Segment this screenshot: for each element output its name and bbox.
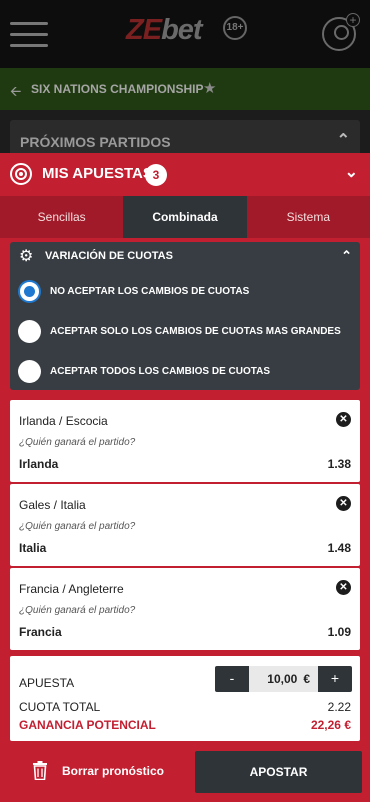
tab-sistema[interactable]: Sistema: [247, 196, 370, 238]
gear-icon: ⚙: [19, 248, 34, 265]
plus-icon: +: [346, 13, 360, 27]
close-icon[interactable]: ✕: [336, 496, 351, 511]
bet-card: Francia / Angleterre ✕ ¿Quién ganará el …: [10, 568, 360, 650]
increase-stake-button[interactable]: +: [318, 666, 352, 692]
bet-pick: Francia: [19, 625, 62, 639]
odds-variation-header[interactable]: ⚙ VARIACIÓN DE CUOTAS ⌃: [10, 242, 360, 272]
bet-question: ¿Quién ganará el partido?: [19, 521, 136, 532]
bet-summary: APUESTA - 10,00 € + CUOTA TOTAL 2.22 GANA…: [10, 656, 360, 741]
zebet-logo[interactable]: ZEbet: [126, 14, 203, 47]
chevron-up-icon[interactable]: ⌃: [341, 248, 352, 264]
radio-accept-all[interactable]: [18, 360, 41, 383]
total-odds-value: 2.22: [327, 700, 351, 714]
bet-match: Francia / Angleterre: [19, 582, 124, 596]
arrow-left-icon[interactable]: 🡨: [10, 81, 21, 105]
bet-type-tabs: Sencillas Combinada Sistema: [0, 196, 370, 238]
bet-count-badge: 3: [145, 164, 167, 186]
hamburger-menu-icon[interactable]: [10, 22, 48, 48]
bet-pick: Irlanda: [19, 457, 59, 471]
potential-gain-value: 22,26 €: [310, 718, 351, 732]
close-icon[interactable]: ✕: [336, 412, 351, 427]
bet-odd: 1.09: [327, 625, 351, 639]
star-icon[interactable]: ★: [203, 79, 216, 97]
logo-bet: bet: [161, 14, 202, 46]
bet-card: Irlanda / Escocia ✕ ¿Quién ganará el par…: [10, 400, 360, 482]
close-icon[interactable]: ✕: [336, 580, 351, 595]
bet-pick: Italia: [19, 541, 47, 555]
odds-option-no-accept[interactable]: NO ACEPTAR LOS CAMBIOS DE CUOTAS: [18, 280, 358, 304]
stake-stepper: - 10,00 € +: [215, 666, 352, 692]
chevron-up-icon[interactable]: ⌃: [337, 130, 350, 150]
betslip-title: MIS APUESTAS: [42, 165, 153, 182]
odds-option-label: ACEPTAR SOLO LOS CAMBIOS DE CUOTAS MAS G…: [50, 326, 341, 337]
bet-question: ¿Quién ganará el partido?: [19, 437, 136, 448]
tab-combinada[interactable]: Combinada: [123, 196, 247, 238]
odds-variation-title: VARIACIÓN DE CUOTAS: [45, 250, 173, 262]
betslip-panel: MIS APUESTAS 3 ⌄ Sencillas Combinada Sis…: [0, 153, 370, 802]
age-restriction-badge: 18+: [223, 16, 247, 40]
championship-title: SIX NATIONS CHAMPIONSHIP: [31, 82, 204, 96]
clear-betslip-label: Borrar pronóstico: [62, 764, 165, 778]
user-add-icon[interactable]: +: [322, 13, 360, 51]
odds-option-accept-higher[interactable]: ACEPTAR SOLO LOS CAMBIOS DE CUOTAS MAS G…: [18, 320, 358, 344]
betslip-header[interactable]: MIS APUESTAS 3 ⌄: [0, 153, 370, 195]
bet-question: ¿Quién ganará el partido?: [19, 605, 136, 616]
odds-option-accept-all[interactable]: ACEPTAR TODOS LOS CAMBIOS DE CUOTAS: [18, 360, 358, 384]
potential-gain-label: GANANCIA POTENCIAL: [19, 718, 156, 732]
place-bet-button[interactable]: APOSTAR: [195, 751, 362, 793]
total-odds-label: CUOTA TOTAL: [19, 700, 101, 714]
clear-betslip-button[interactable]: Borrar pronóstico: [12, 751, 187, 791]
radio-accept-higher[interactable]: [18, 320, 41, 343]
bet-card: Gales / Italia ✕ ¿Quién ganará el partid…: [10, 484, 360, 566]
upcoming-matches-title: PRÓXIMOS PARTIDOS: [20, 134, 171, 150]
stake-currency: €: [303, 672, 310, 686]
target-icon: [10, 163, 32, 185]
odds-option-label: NO ACEPTAR LOS CAMBIOS DE CUOTAS: [50, 286, 250, 297]
bet-match: Gales / Italia: [19, 498, 86, 512]
radio-no-accept[interactable]: [18, 280, 41, 303]
championship-bar: 🡨 SIX NATIONS CHAMPIONSHIP ★: [0, 68, 370, 110]
tab-sencillas[interactable]: Sencillas: [0, 196, 123, 238]
odds-option-label: ACEPTAR TODOS LOS CAMBIOS DE CUOTAS: [50, 366, 271, 377]
chevron-down-icon[interactable]: ⌄: [345, 162, 358, 182]
bet-match: Irlanda / Escocia: [19, 414, 108, 428]
trash-icon: [33, 761, 47, 780]
stake-label: APUESTA: [19, 676, 75, 690]
stake-value: 10,00: [267, 672, 298, 686]
stake-input[interactable]: 10,00 €: [249, 666, 318, 692]
bet-odd: 1.48: [327, 541, 351, 555]
odds-variation-panel: ⚙ VARIACIÓN DE CUOTAS ⌃ NO ACEPTAR LOS C…: [10, 242, 360, 390]
decrease-stake-button[interactable]: -: [215, 666, 249, 692]
bet-odd: 1.38: [327, 457, 351, 471]
app-header: ZEbet 18+ +: [0, 0, 370, 68]
logo-ze: ZE: [126, 14, 162, 46]
